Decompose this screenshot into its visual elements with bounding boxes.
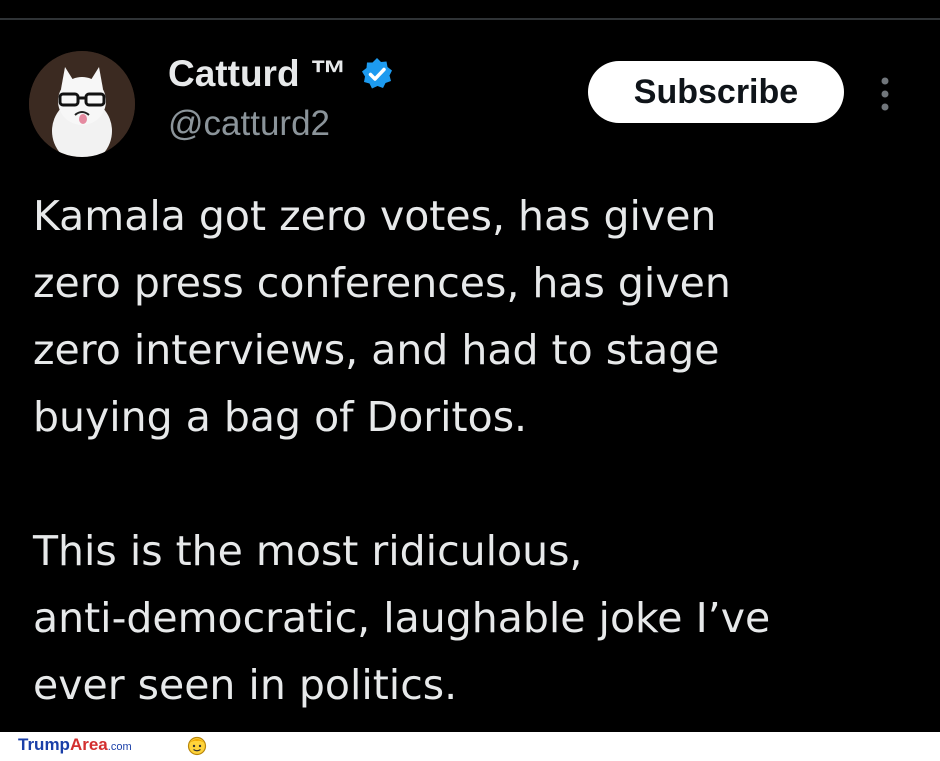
watermark-part-1: Trump	[18, 735, 70, 754]
more-options-icon[interactable]	[872, 74, 898, 114]
tweet-card: Catturd ™ @catturd2 Subscribe Kamala got…	[0, 0, 940, 732]
watermark-part-2: Area	[69, 735, 108, 754]
watermark-part-3: .com	[107, 741, 132, 753]
top-divider	[0, 18, 940, 20]
mascot-icon	[186, 734, 208, 756]
cat-avatar-image	[29, 51, 135, 157]
watermark-bar: TrumpArea.com	[0, 732, 940, 757]
author-name-text[interactable]: Catturd ™	[168, 52, 347, 96]
author-handle[interactable]: @catturd2	[168, 102, 330, 146]
verified-badge-icon	[359, 56, 395, 92]
avatar[interactable]	[29, 51, 135, 157]
tweet-body-text: Kamala got zero votes, has given zero pr…	[33, 192, 771, 709]
subscribe-button[interactable]: Subscribe	[588, 61, 844, 123]
author-display-name[interactable]: Catturd ™	[168, 52, 395, 96]
site-watermark: TrumpArea.com	[18, 736, 132, 756]
